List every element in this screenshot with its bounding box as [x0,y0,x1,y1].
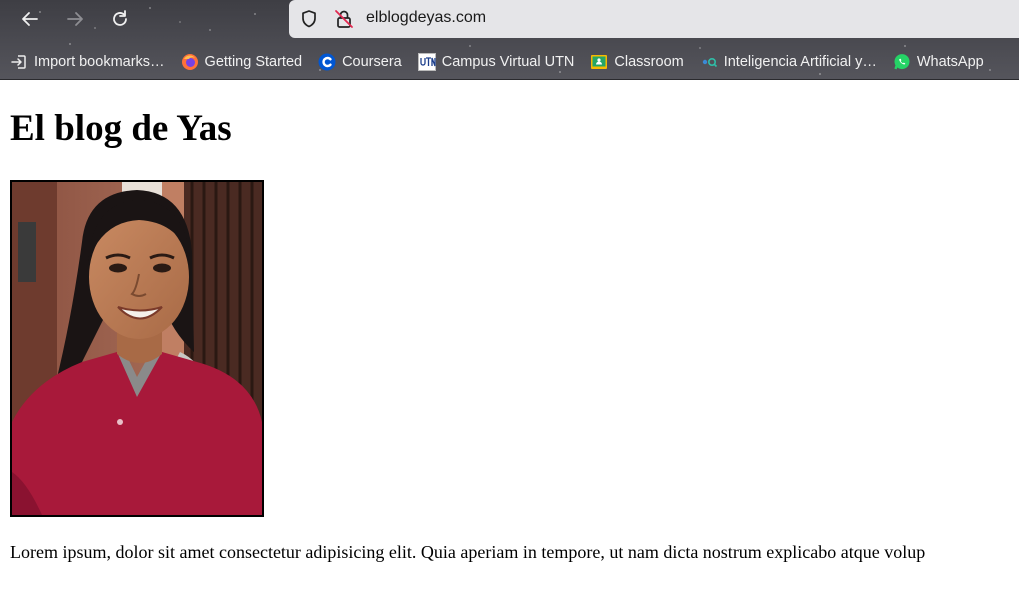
profile-photo [10,180,264,517]
reload-icon [113,10,127,26]
browser-chrome: elblogdeyas.com Import bookmarks… Gettin… [0,0,1019,80]
bookmark-campus-utn[interactable]: Campus Virtual UTN [417,53,575,71]
bookmark-label: WhatsApp [916,54,984,70]
ia-icon [700,53,718,71]
intro-paragraph: Lorem ipsum, dolor sit amet consectetur … [10,542,926,562]
insecure-lock-icon[interactable] [333,8,355,30]
bookmark-label: Getting Started [204,54,303,70]
bookmark-label: Campus Virtual UTN [441,54,575,70]
arrow-left-icon [22,12,38,26]
bookmark-whatsapp[interactable]: WhatsApp [893,53,984,71]
bookmark-coursera[interactable]: Coursera [318,53,402,71]
bookmark-getting-started[interactable]: Getting Started [181,53,303,71]
firefox-icon [181,53,199,71]
page-title: El blog de Yas [10,108,232,149]
bookmark-label: Inteligencia Artificial y… [723,54,877,70]
bookmark-label: Coursera [342,54,402,70]
url-text[interactable]: elblogdeyas.com [366,9,486,27]
bookmark-label: Import bookmarks… [34,54,165,70]
address-bar[interactable]: elblogdeyas.com [289,0,1019,38]
bookmark-label: Classroom [614,54,684,70]
arrow-right-icon [67,12,83,26]
back-button[interactable] [16,6,44,32]
reload-button[interactable] [106,6,134,32]
whatsapp-icon [893,53,911,71]
coursera-icon [318,53,336,71]
utn-icon [417,53,436,71]
forward-button[interactable] [61,6,89,32]
bookmark-import[interactable]: Import bookmarks… [10,53,165,71]
selfie-illustration [12,182,262,515]
bookmark-classroom[interactable]: Classroom [590,53,684,71]
bookmarks-bar: Import bookmarks… Getting Started Course… [0,49,1019,75]
classroom-icon [590,53,608,71]
bookmark-inteligencia-artificial[interactable]: Inteligencia Artificial y… [700,53,877,71]
import-icon [10,53,28,71]
shield-icon[interactable] [299,9,319,29]
